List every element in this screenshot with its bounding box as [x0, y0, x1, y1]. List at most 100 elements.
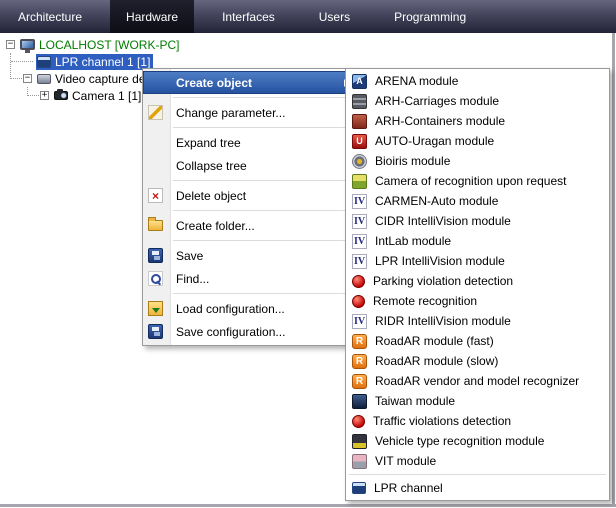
- submenu-item-label: ARH-Containers module: [375, 114, 505, 128]
- submenu-item[interactable]: IV RIDR IntelliVision module: [346, 311, 609, 331]
- menu-item-label: Save configuration...: [169, 325, 285, 339]
- folder-icon: [148, 220, 163, 231]
- load-icon: [148, 301, 163, 316]
- menubar-item-label: Architecture: [18, 10, 82, 24]
- submenu-item[interactable]: R RoadAR vendor and model recognizer: [346, 371, 609, 391]
- menu-separator: [173, 97, 352, 98]
- menu-item-label: Save: [169, 249, 203, 263]
- submenu-item-label: Taiwan module: [375, 394, 455, 408]
- submenu-item[interactable]: R RoadAR module (fast): [346, 331, 609, 351]
- submenu-item-label: RoadAR vendor and model recognizer: [375, 374, 579, 388]
- submenu-item[interactable]: Taiwan module: [346, 391, 609, 411]
- submenu-item[interactable]: IV CARMEN-Auto module: [346, 191, 609, 211]
- menubar-item-label: Interfaces: [222, 10, 275, 24]
- submenu-item[interactable]: Parking violation detection: [346, 271, 609, 291]
- submenu-item[interactable]: IV IntLab module: [346, 231, 609, 251]
- auto-uragan-icon: U: [352, 134, 367, 149]
- menubar-item[interactable]: Hardware: [110, 0, 194, 33]
- submenu-item[interactable]: Remote recognition: [346, 291, 609, 311]
- menu-separator: [173, 293, 352, 294]
- submenu-item-label: IntLab module: [375, 234, 451, 248]
- context-menu-item[interactable]: Change parameter...: [143, 101, 355, 124]
- submenu-item[interactable]: A ARENA module: [346, 71, 609, 91]
- bioiris-icon: [352, 154, 367, 169]
- lpr-channel-icon: [37, 56, 51, 68]
- submenu-item[interactable]: IV CIDR IntelliVision module: [346, 211, 609, 231]
- computer-icon: [20, 39, 35, 50]
- submenu-item-label: Vehicle type recognition module: [375, 434, 544, 448]
- submenu-item-label: RoadAR module (slow): [375, 354, 498, 368]
- submenu-item[interactable]: LPR channel: [346, 478, 609, 498]
- submenu-item[interactable]: VIT module: [346, 451, 609, 471]
- submenu-item[interactable]: Vehicle type recognition module: [346, 431, 609, 451]
- submenu-item[interactable]: IV LPR IntelliVision module: [346, 251, 609, 271]
- submenu-item[interactable]: U AUTO-Uragan module: [346, 131, 609, 151]
- arh-carriages-icon: [352, 94, 367, 109]
- red-dot-icon: [352, 415, 365, 428]
- taiwan-icon: [352, 394, 367, 409]
- tree-row[interactable]: − LOCALHOST [WORK-PC]: [0, 36, 616, 53]
- submenu-item-label: ARENA module: [375, 74, 458, 88]
- submenu-item[interactable]: ARH-Carriages module: [346, 91, 609, 111]
- context-menu-item[interactable]: Load configuration...: [143, 297, 355, 320]
- context-menu-item[interactable]: Expand tree: [143, 131, 355, 154]
- letters-icon: IV: [352, 314, 367, 329]
- submenu-item-label: Bioiris module: [375, 154, 450, 168]
- submenu-item-label: Remote recognition: [373, 294, 477, 308]
- submenu-item-label: LPR channel: [374, 481, 443, 495]
- submenu-item-label: CIDR IntelliVision module: [375, 214, 511, 228]
- menubar-item-label: Hardware: [126, 10, 178, 24]
- menubar-item[interactable]: Architecture: [2, 0, 98, 33]
- context-menu-item[interactable]: × Delete object: [143, 184, 355, 207]
- camera-request-icon: [352, 174, 367, 189]
- red-dot-icon: [352, 275, 365, 288]
- context-menu-item[interactable]: Collapse tree: [143, 154, 355, 177]
- context-menu-item[interactable]: Create folder...: [143, 214, 355, 237]
- context-menu-item[interactable]: Save configuration...: [143, 320, 355, 343]
- context-menu-item[interactable]: Find...: [143, 267, 355, 290]
- tree-item[interactable]: LOCALHOST [WORK-PC]: [19, 37, 182, 53]
- letters-icon: IV: [352, 214, 367, 229]
- context-menu-item[interactable]: Save: [143, 244, 355, 267]
- submenu-item[interactable]: ARH-Containers module: [346, 111, 609, 131]
- menu-item-icon: [148, 158, 163, 173]
- menu-item-label: Find...: [169, 272, 209, 286]
- menu-item-label: Create object: [169, 76, 252, 90]
- submenu-item[interactable]: Traffic violations detection: [346, 411, 609, 431]
- tree-expander[interactable]: +: [40, 91, 49, 100]
- submenu-item[interactable]: Camera of recognition upon request: [346, 171, 609, 191]
- tree-expander[interactable]: −: [23, 74, 32, 83]
- menu-item-label: Load configuration...: [169, 302, 285, 316]
- vehicle-type-icon: [352, 434, 367, 449]
- camera-icon: [54, 91, 68, 100]
- tree-item[interactable]: LPR channel 1 [1]: [36, 54, 153, 70]
- top-menubar: Architecture Hardware Interfaces Users P…: [0, 0, 616, 33]
- letters-icon: IV: [352, 254, 367, 269]
- roadar-icon: R: [352, 354, 367, 369]
- roadar-icon: R: [352, 334, 367, 349]
- menu-separator: [173, 127, 352, 128]
- submenu-item-label: Parking violation detection: [373, 274, 513, 288]
- menubar-item[interactable]: Interfaces: [206, 0, 291, 33]
- menubar-item[interactable]: Users: [303, 0, 366, 33]
- menu-item-label: Expand tree: [169, 136, 241, 150]
- submenu-item-label: AUTO-Uragan module: [375, 134, 494, 148]
- tree-item[interactable]: Video capture dev: [36, 71, 155, 87]
- menu-separator: [173, 210, 352, 211]
- submenu-item[interactable]: Bioiris module: [346, 151, 609, 171]
- menu-item-icon: [148, 135, 163, 150]
- wrench-icon: [148, 105, 163, 120]
- tree-item[interactable]: Camera 1 [1]: [53, 88, 144, 104]
- find-icon: [148, 271, 163, 286]
- menubar-item[interactable]: Programming: [378, 0, 482, 33]
- menu-item-label: Delete object: [169, 189, 246, 203]
- save-config-icon: [148, 324, 163, 339]
- tree-expander[interactable]: −: [6, 40, 15, 49]
- arh-containers-icon: [352, 114, 367, 129]
- menubar-item-label: Programming: [394, 10, 466, 24]
- context-menu-item[interactable]: Create object: [143, 71, 355, 94]
- menu-separator: [349, 474, 606, 475]
- menubar-item-label: Users: [319, 10, 350, 24]
- submenu-item[interactable]: R RoadAR module (slow): [346, 351, 609, 371]
- panel-border-bottom: [0, 504, 616, 507]
